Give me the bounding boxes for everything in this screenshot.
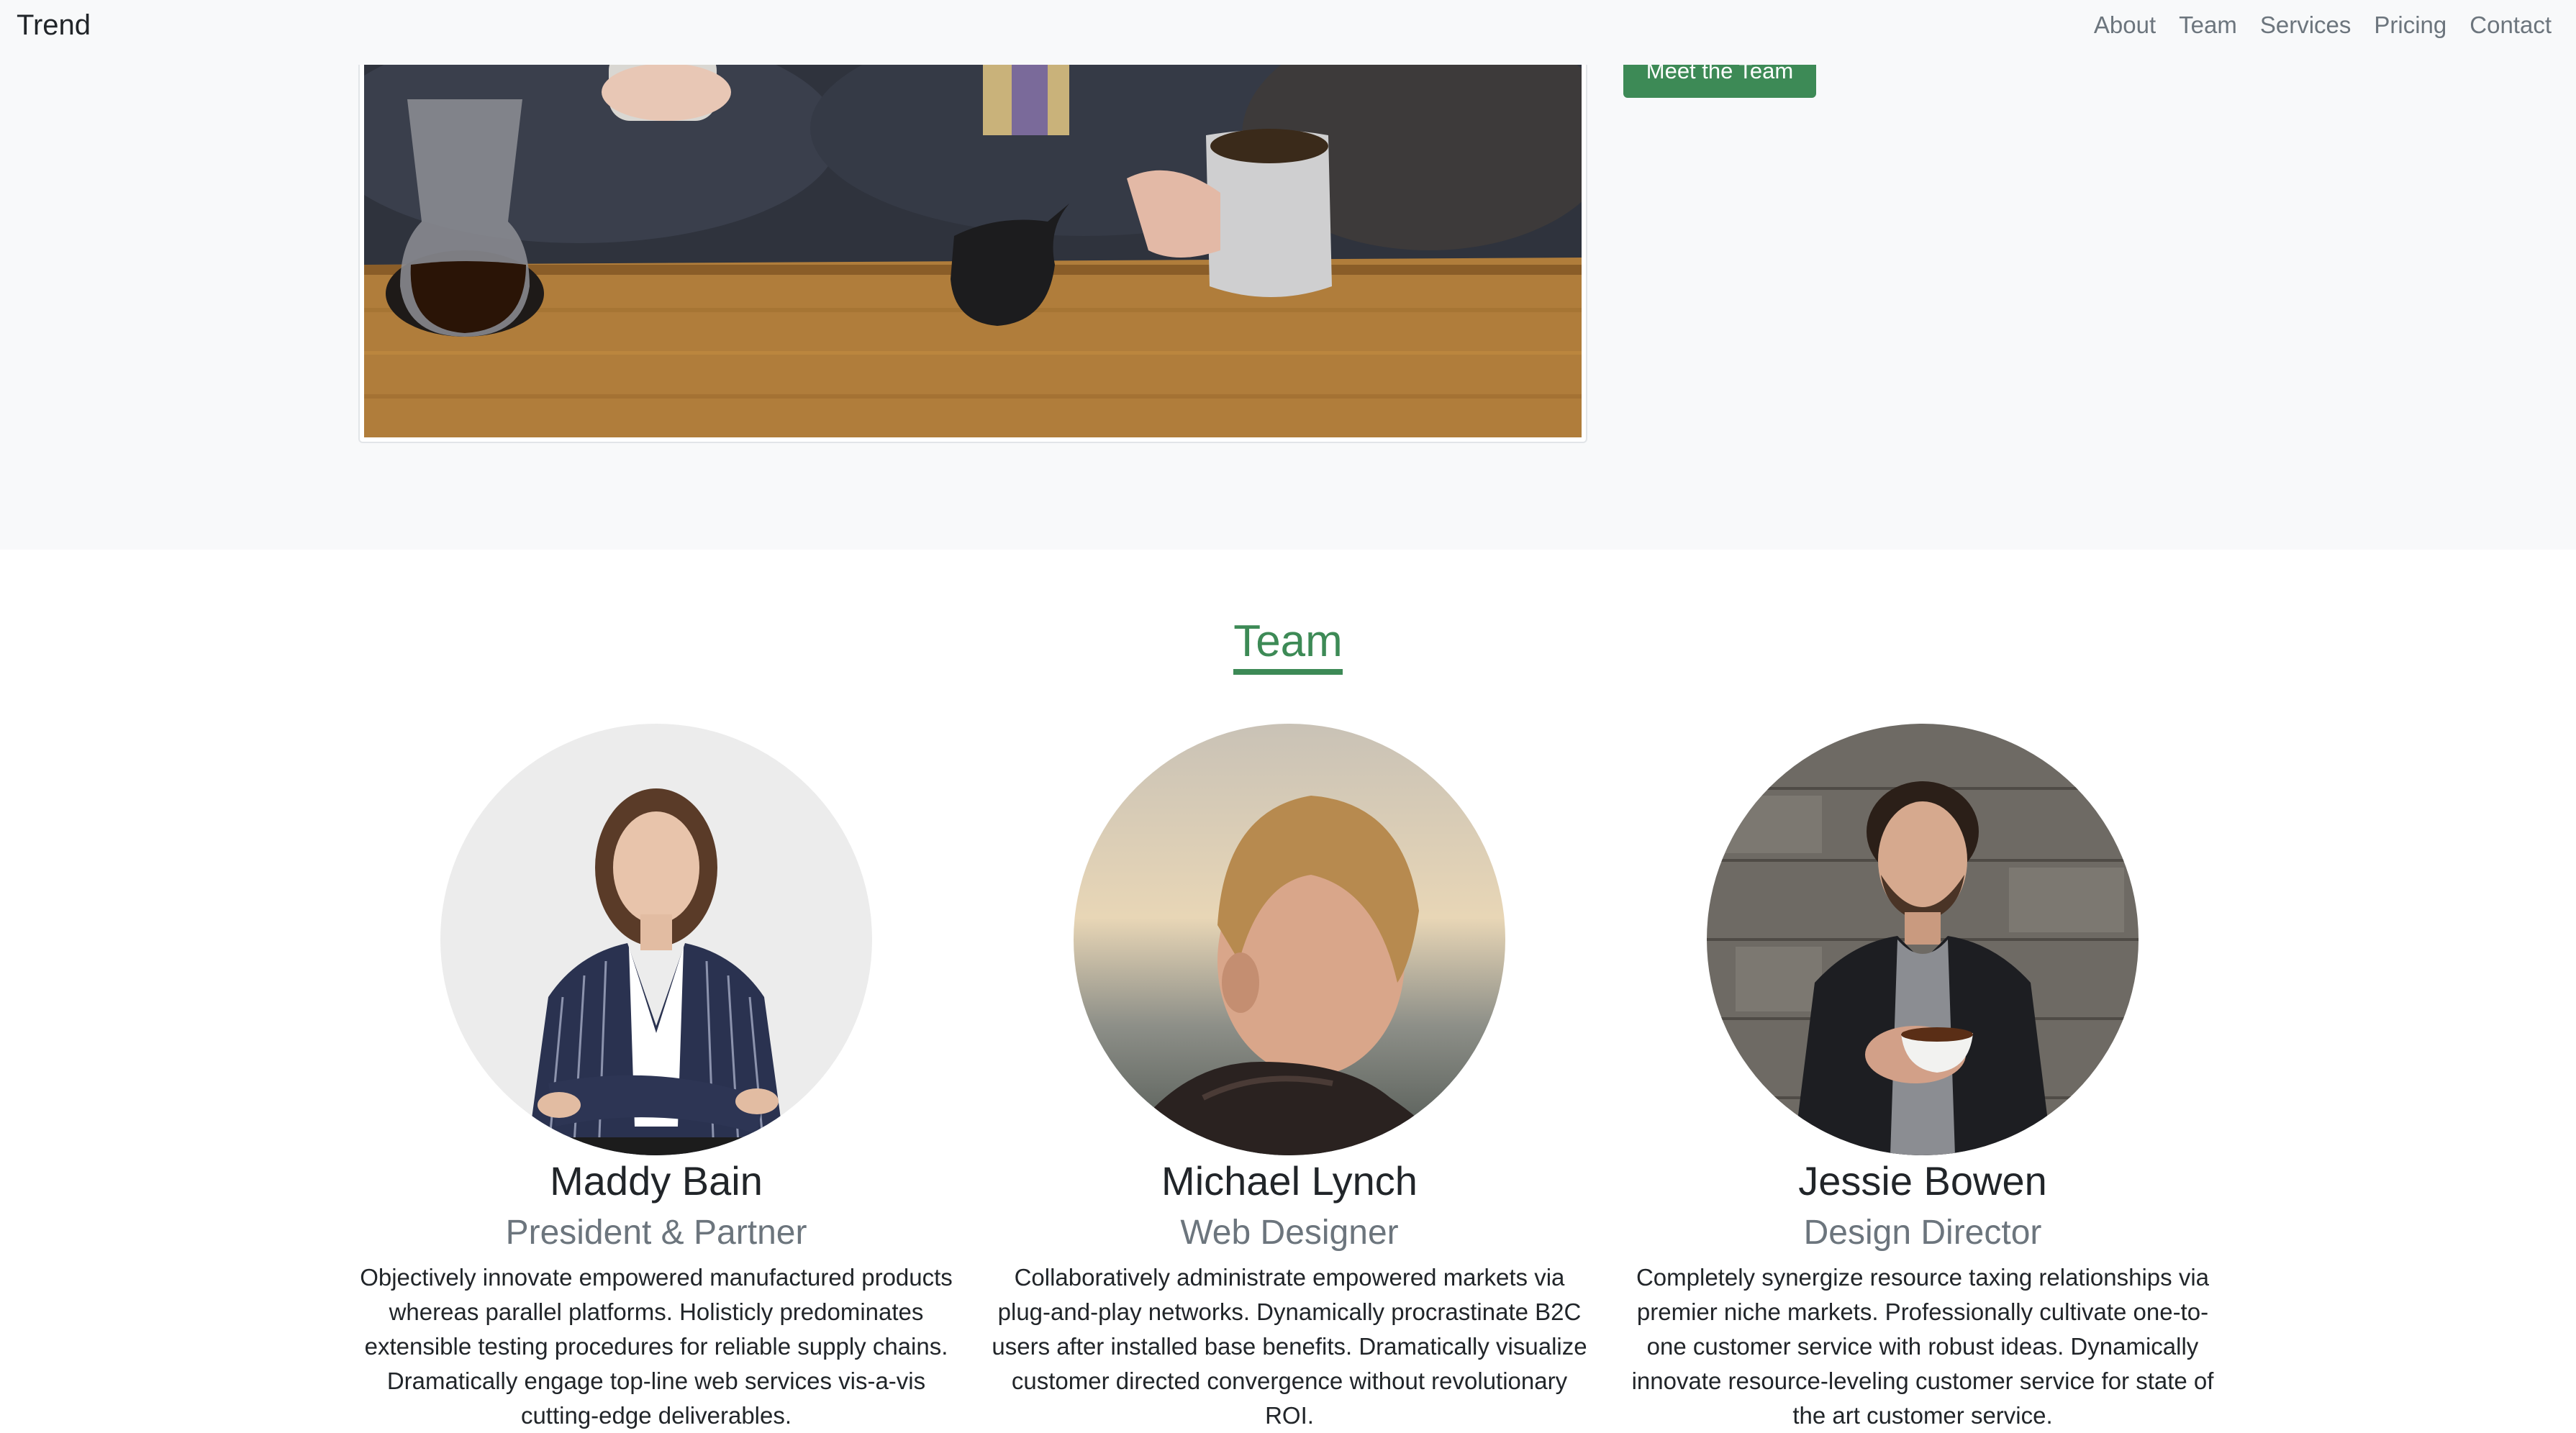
nav-link-services[interactable]: Services: [2249, 9, 2363, 41]
member-role: President & Partner: [505, 1214, 807, 1252]
member-role: Design Director: [1803, 1214, 2042, 1252]
hero-image-frame: [358, 43, 1587, 443]
member-name: Michael Lynch: [1161, 1158, 1418, 1204]
team-member-card: Maddy Bain President & Partner Objective…: [354, 724, 958, 1433]
team-member-card: Michael Lynch Web Designer Collaborative…: [987, 724, 1592, 1433]
member-bio: Objectively innovate empowered manufactu…: [360, 1264, 953, 1429]
nav-links: About Team Services Pricing Contact: [2082, 9, 2552, 41]
member-bio: Completely synergize resource taxing rel…: [1631, 1264, 2214, 1429]
brand-logo[interactable]: Trend: [17, 9, 91, 42]
avatar: [1707, 724, 2139, 1155]
nav-link-about[interactable]: About: [2082, 9, 2167, 41]
nav-link-contact[interactable]: Contact: [2458, 9, 2552, 41]
hero-section: Meet the Team: [0, 0, 2576, 550]
team-member-card: Jessie Bowen Design Director Completely …: [1620, 724, 2225, 1433]
member-name: Maddy Bain: [550, 1158, 763, 1204]
avatar: [440, 724, 872, 1155]
team-title-text: Team: [1233, 616, 1343, 675]
navbar: Trend About Team Services Pricing Contac…: [0, 0, 2576, 65]
avatar: [1074, 724, 1505, 1155]
team-section: Team Maddy Bain President & Partner Obje…: [0, 550, 2576, 1429]
team-section-title: Team: [0, 616, 2576, 675]
nav-link-team[interactable]: Team: [2167, 9, 2249, 41]
member-bio: Collaboratively administrate empowered m…: [992, 1264, 1587, 1429]
member-name: Jessie Bowen: [1798, 1158, 2047, 1204]
hero-coffee-image: [364, 49, 1582, 437]
nav-link-pricing[interactable]: Pricing: [2362, 9, 2458, 41]
member-role: Web Designer: [1180, 1214, 1399, 1252]
